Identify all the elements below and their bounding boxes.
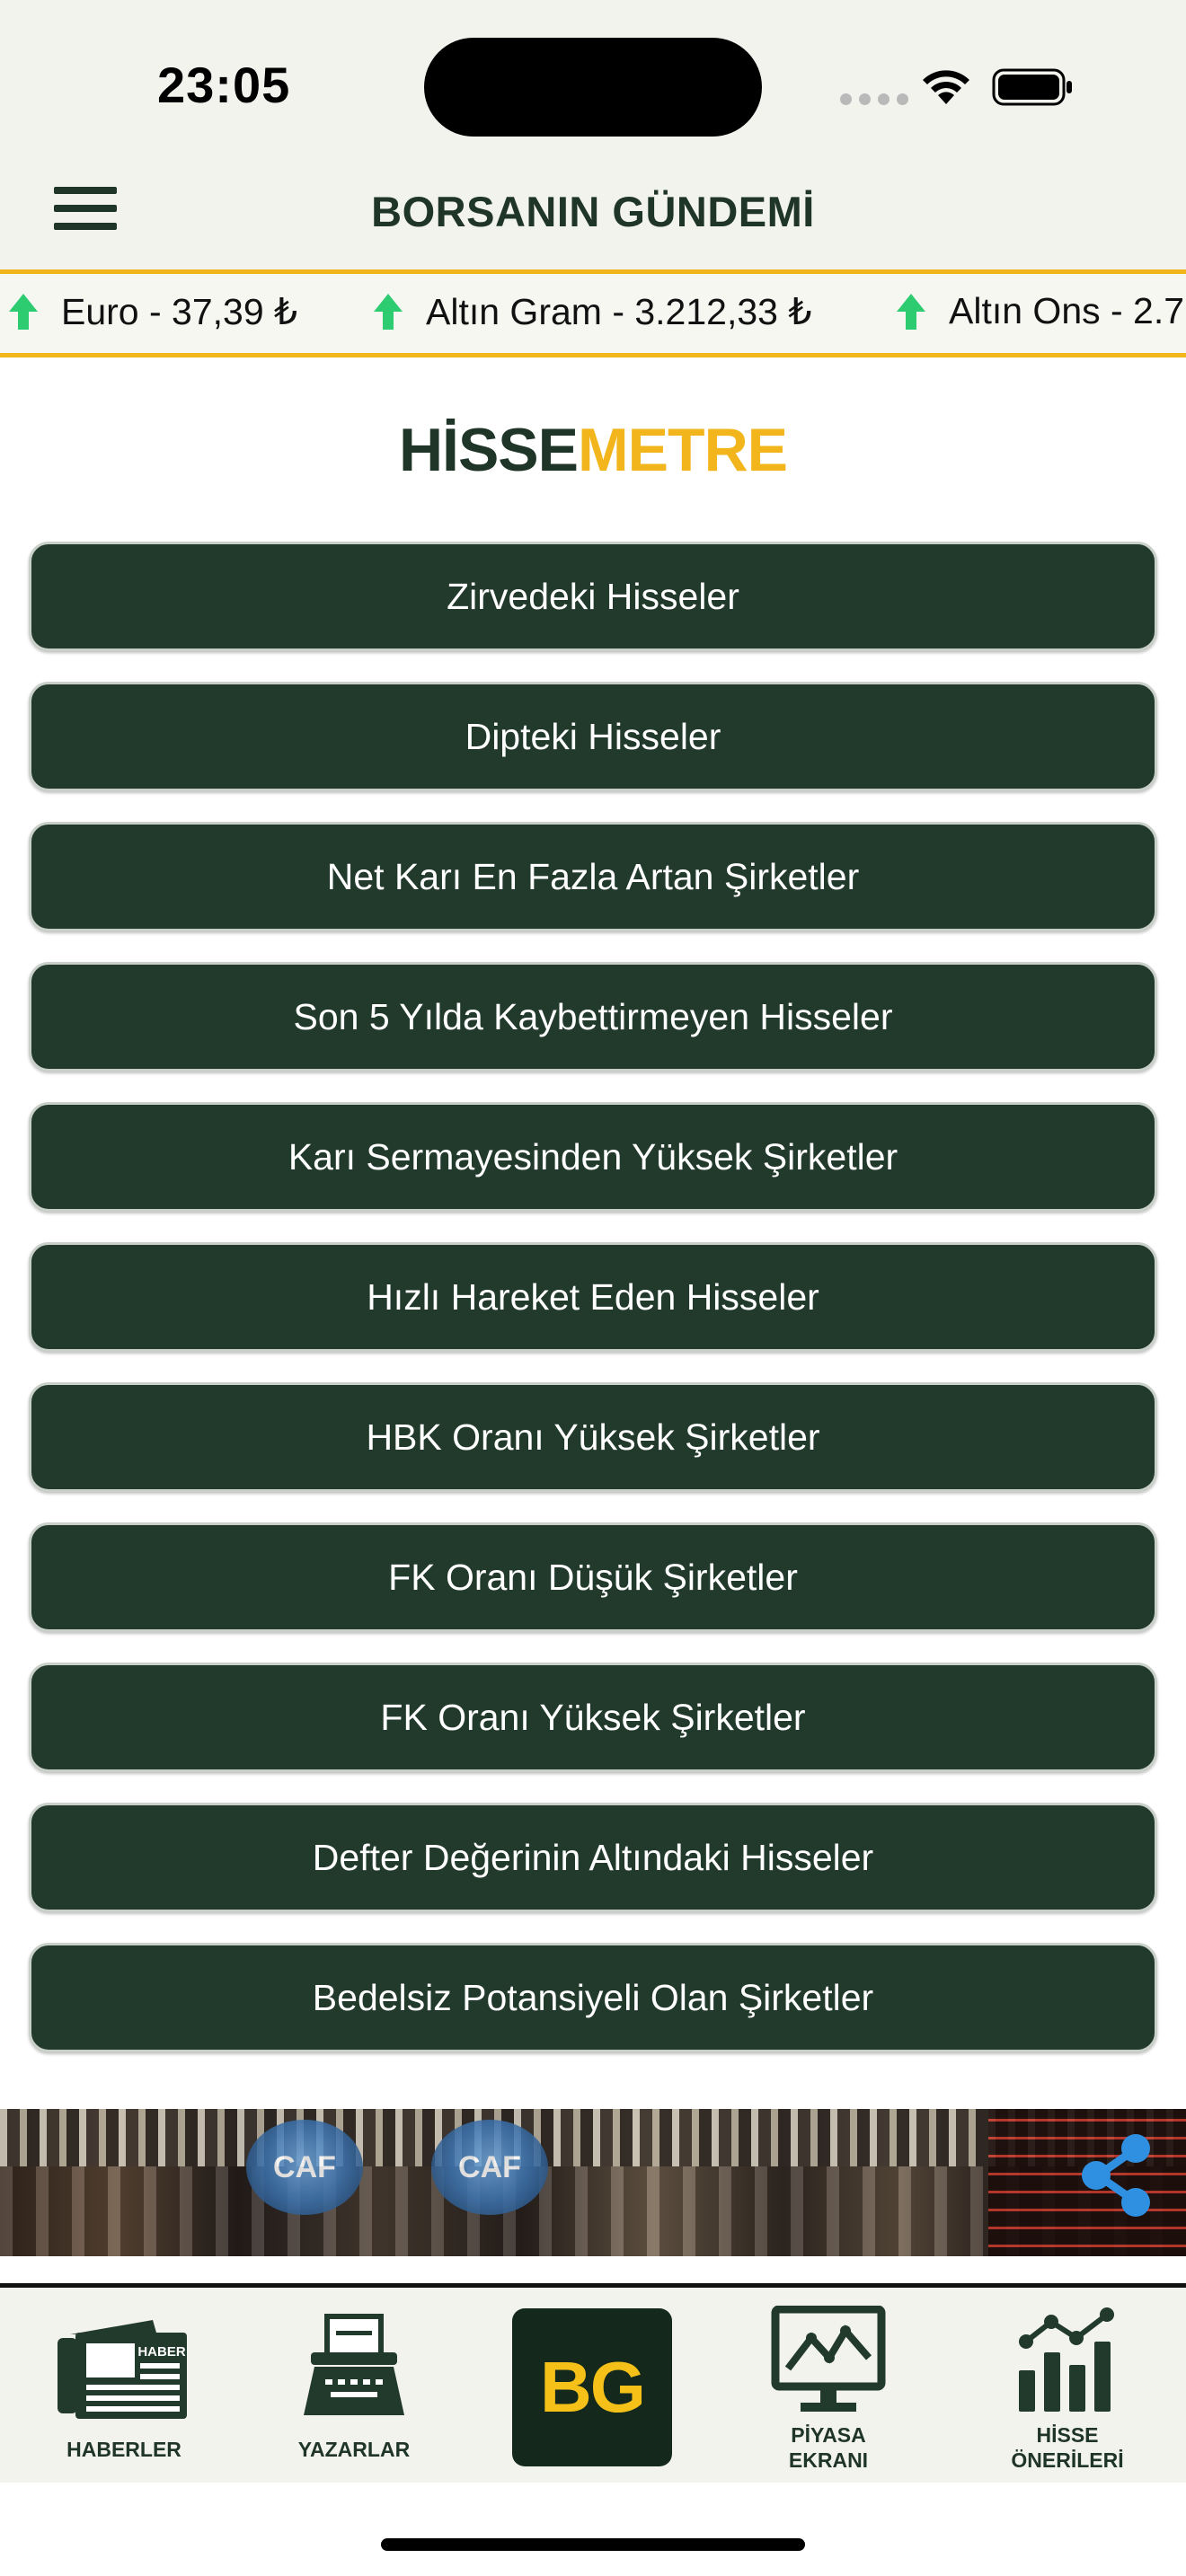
zirvedeki-hisseler-button[interactable]: Zirvedeki Hisseler	[29, 542, 1157, 651]
status-bar: 23:05	[0, 0, 1186, 162]
wifi-icon	[923, 70, 969, 104]
newspaper-icon-text: HABER	[137, 2344, 186, 2360]
hissemetre-title: HİSSEMETRE	[0, 415, 1186, 485]
tab-piyasa-ekrani[interactable]: PİYASA EKRANI	[739, 2306, 918, 2476]
battery-icon	[992, 68, 1072, 106]
tab-label-line-1: PİYASA	[791, 2423, 866, 2447]
tab-label: YAZARLAR	[297, 2438, 411, 2461]
ticker-item: Altın Gram - 3.212,33 ₺	[372, 290, 811, 333]
page-title: BORSANIN GÜNDEMİ	[371, 188, 815, 235]
currency-ticker: Euro - 37,39 ₺ Altın Gram - 3.212,33 ₺ A…	[0, 269, 1186, 357]
ticker-item: Euro - 37,39 ₺	[7, 290, 297, 333]
kaybettirmeyen-hisseler-button[interactable]: Son 5 Yılda Kaybettirmeyen Hisseler	[29, 962, 1157, 1072]
kari-sermayesinden-yuksek-button[interactable]: Karı Sermayesinden Yüksek Şirketler	[29, 1102, 1157, 1212]
bar-chart-icon	[1019, 2307, 1114, 2412]
brand-part-1: HİSSE	[398, 416, 579, 484]
tab-label-line-2: ÖNERİLERİ	[1011, 2448, 1124, 2472]
stock-exchange-banner-image: CAF CAF	[0, 2109, 1186, 2256]
status-time: 23:05	[157, 57, 291, 113]
app-header: BORSANIN GÜNDEMİ	[0, 162, 1186, 269]
tab-label: HABERLER	[66, 2438, 181, 2461]
up-arrow-icon	[374, 294, 403, 330]
ticker-label: Euro - 37,39 ₺	[61, 291, 298, 332]
fk-orani-yuksek-button[interactable]: FK Oranı Yüksek Şirketler	[29, 1663, 1157, 1772]
defter-degeri-altindaki-button[interactable]: Defter Değerinin Altındaki Hisseler	[29, 1803, 1157, 1912]
dynamic-island	[424, 38, 762, 137]
ticker-label: Altın Ons - 2.7	[949, 290, 1185, 331]
hizli-hareket-eden-button[interactable]: Hızlı Hareket Eden Hisseler	[29, 1242, 1157, 1352]
up-arrow-icon	[897, 293, 925, 330]
dipteki-hisseler-button[interactable]: Dipteki Hisseler	[29, 682, 1157, 791]
brand-part-2: METRE	[578, 416, 788, 484]
share-icon[interactable]	[1075, 2132, 1157, 2219]
bedelsiz-potansiyeli-button[interactable]: Bedelsiz Potansiyeli Olan Şirketler	[29, 1943, 1157, 2052]
caf-logo: CAF	[431, 2120, 548, 2215]
tab-label-line-2: EKRANI	[788, 2448, 869, 2472]
up-arrow-icon	[9, 294, 38, 330]
newspaper-icon: HABER	[58, 2320, 187, 2419]
hbk-orani-yuksek-button[interactable]: HBK Oranı Yüksek Şirketler	[29, 1382, 1157, 1492]
tab-label-line-1: HİSSE	[1036, 2423, 1099, 2447]
fk-orani-dusuk-button[interactable]: FK Oranı Düşük Şirketler	[29, 1522, 1157, 1632]
cellular-signal-icon	[840, 93, 908, 105]
tab-yazarlar[interactable]: YAZARLAR	[264, 2306, 444, 2476]
market-screen-icon	[771, 2306, 886, 2412]
caf-logo: CAF	[246, 2120, 363, 2215]
typewriter-icon	[304, 2314, 404, 2415]
tab-haberler[interactable]: HABER HABERLER	[34, 2306, 214, 2476]
bg-home-logo-button[interactable]: BG	[512, 2308, 672, 2466]
net-kari-artan-button[interactable]: Net Karı En Fazla Artan Şirketler	[29, 822, 1157, 931]
ticker-label: Altın Gram - 3.212,33 ₺	[426, 291, 812, 332]
category-button-list: Zirvedeki Hisseler Dipteki Hisseler Net …	[29, 542, 1157, 2083]
tab-hisse-onerileri[interactable]: HİSSE ÖNERİLERİ	[978, 2306, 1157, 2476]
ticker-item: Altın Ons - 2.7	[895, 290, 1184, 332]
home-indicator[interactable]	[381, 2538, 805, 2551]
